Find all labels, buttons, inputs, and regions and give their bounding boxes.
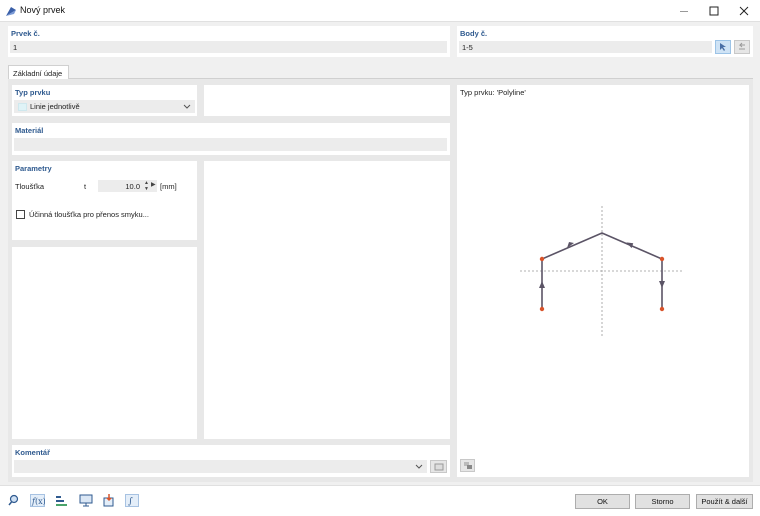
node-point xyxy=(659,306,665,312)
element-type-extra-panel xyxy=(204,85,450,116)
minimize-icon xyxy=(680,11,688,12)
element-no-field[interactable]: 1 xyxy=(10,41,447,53)
preview-view-button[interactable] xyxy=(460,459,475,472)
element-no-label: Prvek č. xyxy=(11,29,40,38)
element-type-panel: Typ prvku Linie jednotlivě xyxy=(12,85,197,116)
points-no-panel: Body č. 1-5 xyxy=(457,26,753,57)
close-button[interactable] xyxy=(729,0,759,22)
effective-thickness-label: Účinná tloušťka pro přenos smyku... xyxy=(29,210,149,219)
ok-button[interactable]: OK xyxy=(575,494,630,509)
comment-panel: Komentář xyxy=(12,445,450,477)
search-icon[interactable] xyxy=(7,493,22,508)
points-no-field[interactable]: 1-5 xyxy=(459,41,712,53)
view-icon xyxy=(463,462,472,469)
title-bar: Nový prvek xyxy=(0,0,760,22)
comment-icon xyxy=(434,463,443,470)
thickness-symbol: t xyxy=(84,182,87,191)
node-point xyxy=(659,256,665,262)
parameters-label: Parametry xyxy=(15,164,52,173)
comment-edit-button[interactable] xyxy=(430,460,447,473)
parameters-panel: Parametry Tloušťka t 10.0 ▲ ▼ ▶ [mm] Účin… xyxy=(12,161,197,240)
element-no-panel: Prvek č. 1 xyxy=(8,26,450,57)
polyline-preview xyxy=(520,206,684,337)
window-title: Nový prvek xyxy=(20,5,66,15)
close-icon xyxy=(739,6,749,16)
node-point xyxy=(539,256,545,262)
minimize-button[interactable] xyxy=(669,0,699,22)
line-swatch-icon xyxy=(18,102,27,111)
load-icon[interactable] xyxy=(101,493,116,508)
material-label: Materiál xyxy=(15,126,44,135)
pick-cursor-icon xyxy=(720,43,726,51)
svg-text:∫: ∫ xyxy=(128,497,133,507)
lower-left-panel xyxy=(12,247,197,439)
element-type-value: Linie jednotlivě xyxy=(30,102,80,111)
direction-arrow xyxy=(539,281,545,288)
app-icon xyxy=(6,7,16,16)
function-icon[interactable]: 𝑓(x) xyxy=(30,493,45,508)
node-point xyxy=(539,306,545,312)
material-field[interactable] xyxy=(14,138,447,151)
element-type-label: Typ prvku xyxy=(15,88,51,97)
direction-arrow xyxy=(659,281,665,288)
material-panel: Materiál xyxy=(12,123,450,155)
parameters-extra-panel xyxy=(204,161,450,439)
maximize-icon xyxy=(709,6,719,16)
maximize-button[interactable] xyxy=(699,0,729,22)
chevron-down-icon xyxy=(415,464,423,469)
cancel-button[interactable]: Storno xyxy=(635,494,690,509)
effective-thickness-checkbox[interactable] xyxy=(16,210,25,219)
chevron-down-icon xyxy=(183,104,191,109)
thickness-unit: [mm] xyxy=(160,182,177,191)
apply-next-button[interactable]: Použít & další xyxy=(696,494,753,509)
tab-basic-data[interactable]: Základní údaje xyxy=(8,65,69,79)
points-no-label: Body č. xyxy=(460,29,488,38)
reverse-icon xyxy=(738,42,745,50)
thickness-label: Tloušťka xyxy=(15,182,45,191)
reverse-button[interactable] xyxy=(734,40,750,54)
spin-up-down-icon[interactable]: ▲ ▼ xyxy=(143,180,150,192)
element-type-dropdown[interactable]: Linie jednotlivě xyxy=(14,100,195,113)
formula-icon[interactable]: ∫ xyxy=(124,493,139,508)
spin-right-icon[interactable]: ▶ xyxy=(151,181,156,188)
pick-points-button[interactable] xyxy=(715,40,731,54)
comment-dropdown[interactable] xyxy=(14,460,427,473)
comment-label: Komentář xyxy=(15,448,51,457)
display-icon[interactable] xyxy=(78,493,93,508)
preview-panel: Typ prvku: 'Polyline' xyxy=(457,85,749,477)
units-icon[interactable] xyxy=(54,493,69,508)
svg-text:𝑓(x): 𝑓(x) xyxy=(31,497,45,506)
